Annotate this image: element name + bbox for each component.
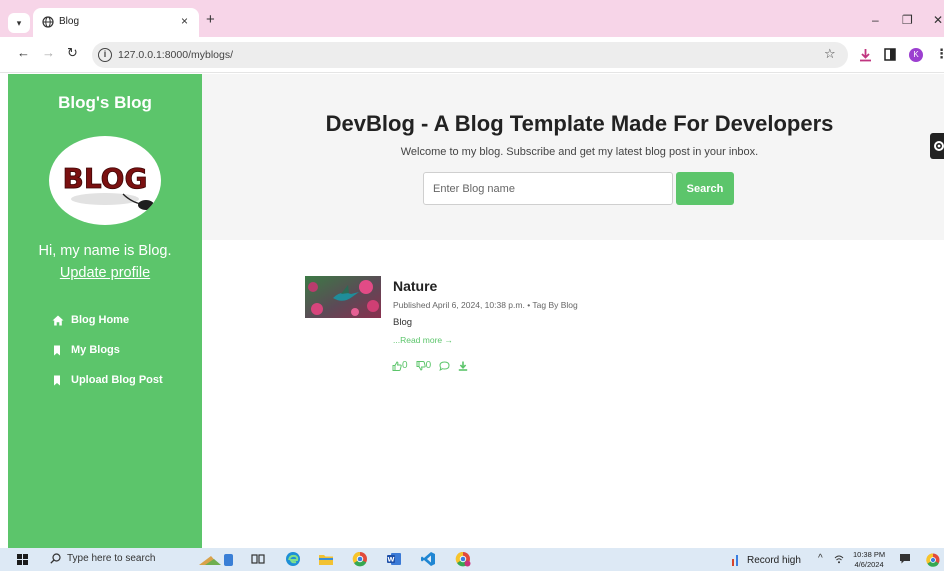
chrome-tray-icon[interactable] [925,552,941,567]
clock-time: 10:38 PM [853,550,886,559]
comment-button[interactable] [439,360,450,371]
dislike-count: 0 [425,360,432,371]
taskbar-search[interactable]: Type here to search [50,553,155,564]
post-excerpt: Blog [393,317,413,328]
taskbar-search-text: Type here to search [67,553,156,564]
windows-start-icon[interactable] [17,554,28,565]
chrome-icon[interactable] [352,551,368,567]
menu-icon[interactable]: ⋮ [935,47,944,60]
close-window-button[interactable]: ✕ [933,14,943,26]
blog-search-input[interactable] [423,172,673,205]
download-post-button[interactable] [458,361,468,371]
post-thumbnail[interactable] [305,276,381,318]
post-title[interactable]: Nature [393,278,437,294]
download-icon [458,361,468,371]
svg-text:W: W [387,556,394,564]
site-info-icon[interactable]: i [98,48,112,62]
thumbs-up-icon [392,360,402,371]
forward-arrow-icon[interactable]: → [42,46,55,59]
nav-my-blogs[interactable]: My Blogs [52,344,120,356]
search-icon [50,553,61,564]
stock-record-widget[interactable]: Record high [731,554,801,566]
bookmark-icon [54,375,60,385]
stock-trend-icon [732,555,738,566]
new-tab-button[interactable]: + [206,12,215,27]
tab-title: Blog [59,16,80,27]
settings-gear-icon[interactable] [930,133,944,159]
blog-logo: BLOG [49,136,161,225]
edge-browser-icon[interactable] [285,551,301,567]
home-icon [52,315,64,325]
nav-my-blogs-label: My Blogs [71,344,120,356]
nav-blog-home-label: Blog Home [71,314,130,326]
nav-upload-blog-post[interactable]: Upload Blog Post [52,374,163,386]
record-text: Record high [747,554,801,566]
taskbar-clock[interactable]: 10:38 PM 4/6/2024 [853,550,885,570]
like-button[interactable]: 0 [392,360,408,371]
tab-search-button[interactable]: ▾ [8,13,30,33]
search-button[interactable]: Search [676,172,734,205]
task-view-icon[interactable] [250,551,266,567]
page-subtitle: Welcome to my blog. Subscribe and get my… [400,146,759,158]
profile-bio: Hi, my name is Blog. Update profile [8,240,202,284]
browser-toolbar: ← → ↻ i 127.0.0.1:8000/myblogs/ ☆ K ⋮ [0,37,944,73]
wifi-icon[interactable] [834,554,844,564]
chevron-up-icon[interactable]: ^ [818,553,823,564]
post-meta: Published April 6, 2024, 10:38 p.m. • Ta… [393,300,578,310]
page-header: DevBlog - A Blog Template Made For Devel… [202,74,944,240]
blog-post-item: Nature Published April 6, 2024, 10:38 p.… [305,276,865,386]
reload-icon[interactable]: ↻ [67,46,78,59]
comment-icon [439,360,450,371]
tab-close-icon[interactable]: × [181,14,188,28]
download-icon[interactable] [859,48,872,62]
like-count: 0 [402,360,408,371]
nav-upload-blog-post-label: Upload Blog Post [71,374,163,386]
url-text: 127.0.0.1:8000/myblogs/ [118,49,233,61]
clock-date: 4/6/2024 [854,560,884,569]
read-more-link[interactable]: ...Read more → [393,335,453,345]
back-arrow-icon[interactable]: ← [17,46,30,59]
weather-widget-icon[interactable] [197,551,237,567]
bookmark-star-icon[interactable]: ☆ [824,46,836,62]
vscode-icon[interactable] [420,551,436,567]
dislike-button[interactable]: 0 [416,360,432,371]
update-profile-link[interactable]: Update profile [8,262,202,284]
minimize-button[interactable]: – [872,14,879,26]
profile-avatar[interactable]: K [909,48,923,62]
restore-button[interactable]: ❐ [902,14,913,26]
nav-blog-home[interactable]: Blog Home [52,314,129,326]
site-title: Blog's Blog [58,93,152,112]
address-bar[interactable]: i 127.0.0.1:8000/myblogs/ ☆ [92,42,848,68]
globe-icon [42,16,54,28]
browser-tab[interactable]: Blog × [33,8,199,37]
notification-icon[interactable] [899,553,911,565]
svg-text:BLOG: BLOG [63,162,148,195]
bookmark-icon [54,345,60,355]
thumbs-down-icon [416,360,426,371]
windows-taskbar: Type here to search W Record high ^ 10:3… [0,548,944,571]
chrome-profile-icon[interactable] [455,551,471,567]
sidebar: Blog's Blog BLOG Hi, my name is Blog. Up… [8,74,202,548]
page-title: DevBlog - A Blog Template Made For Devel… [325,111,834,136]
file-explorer-icon[interactable] [318,551,334,567]
browser-tab-strip: ▾ Blog × + – ❐ ✕ [0,0,944,37]
word-icon[interactable]: W [386,551,402,567]
side-panel-icon[interactable] [884,48,896,61]
post-actions: 0 0 [392,360,476,371]
greeting-text: Hi, my name is Blog. [38,243,172,259]
